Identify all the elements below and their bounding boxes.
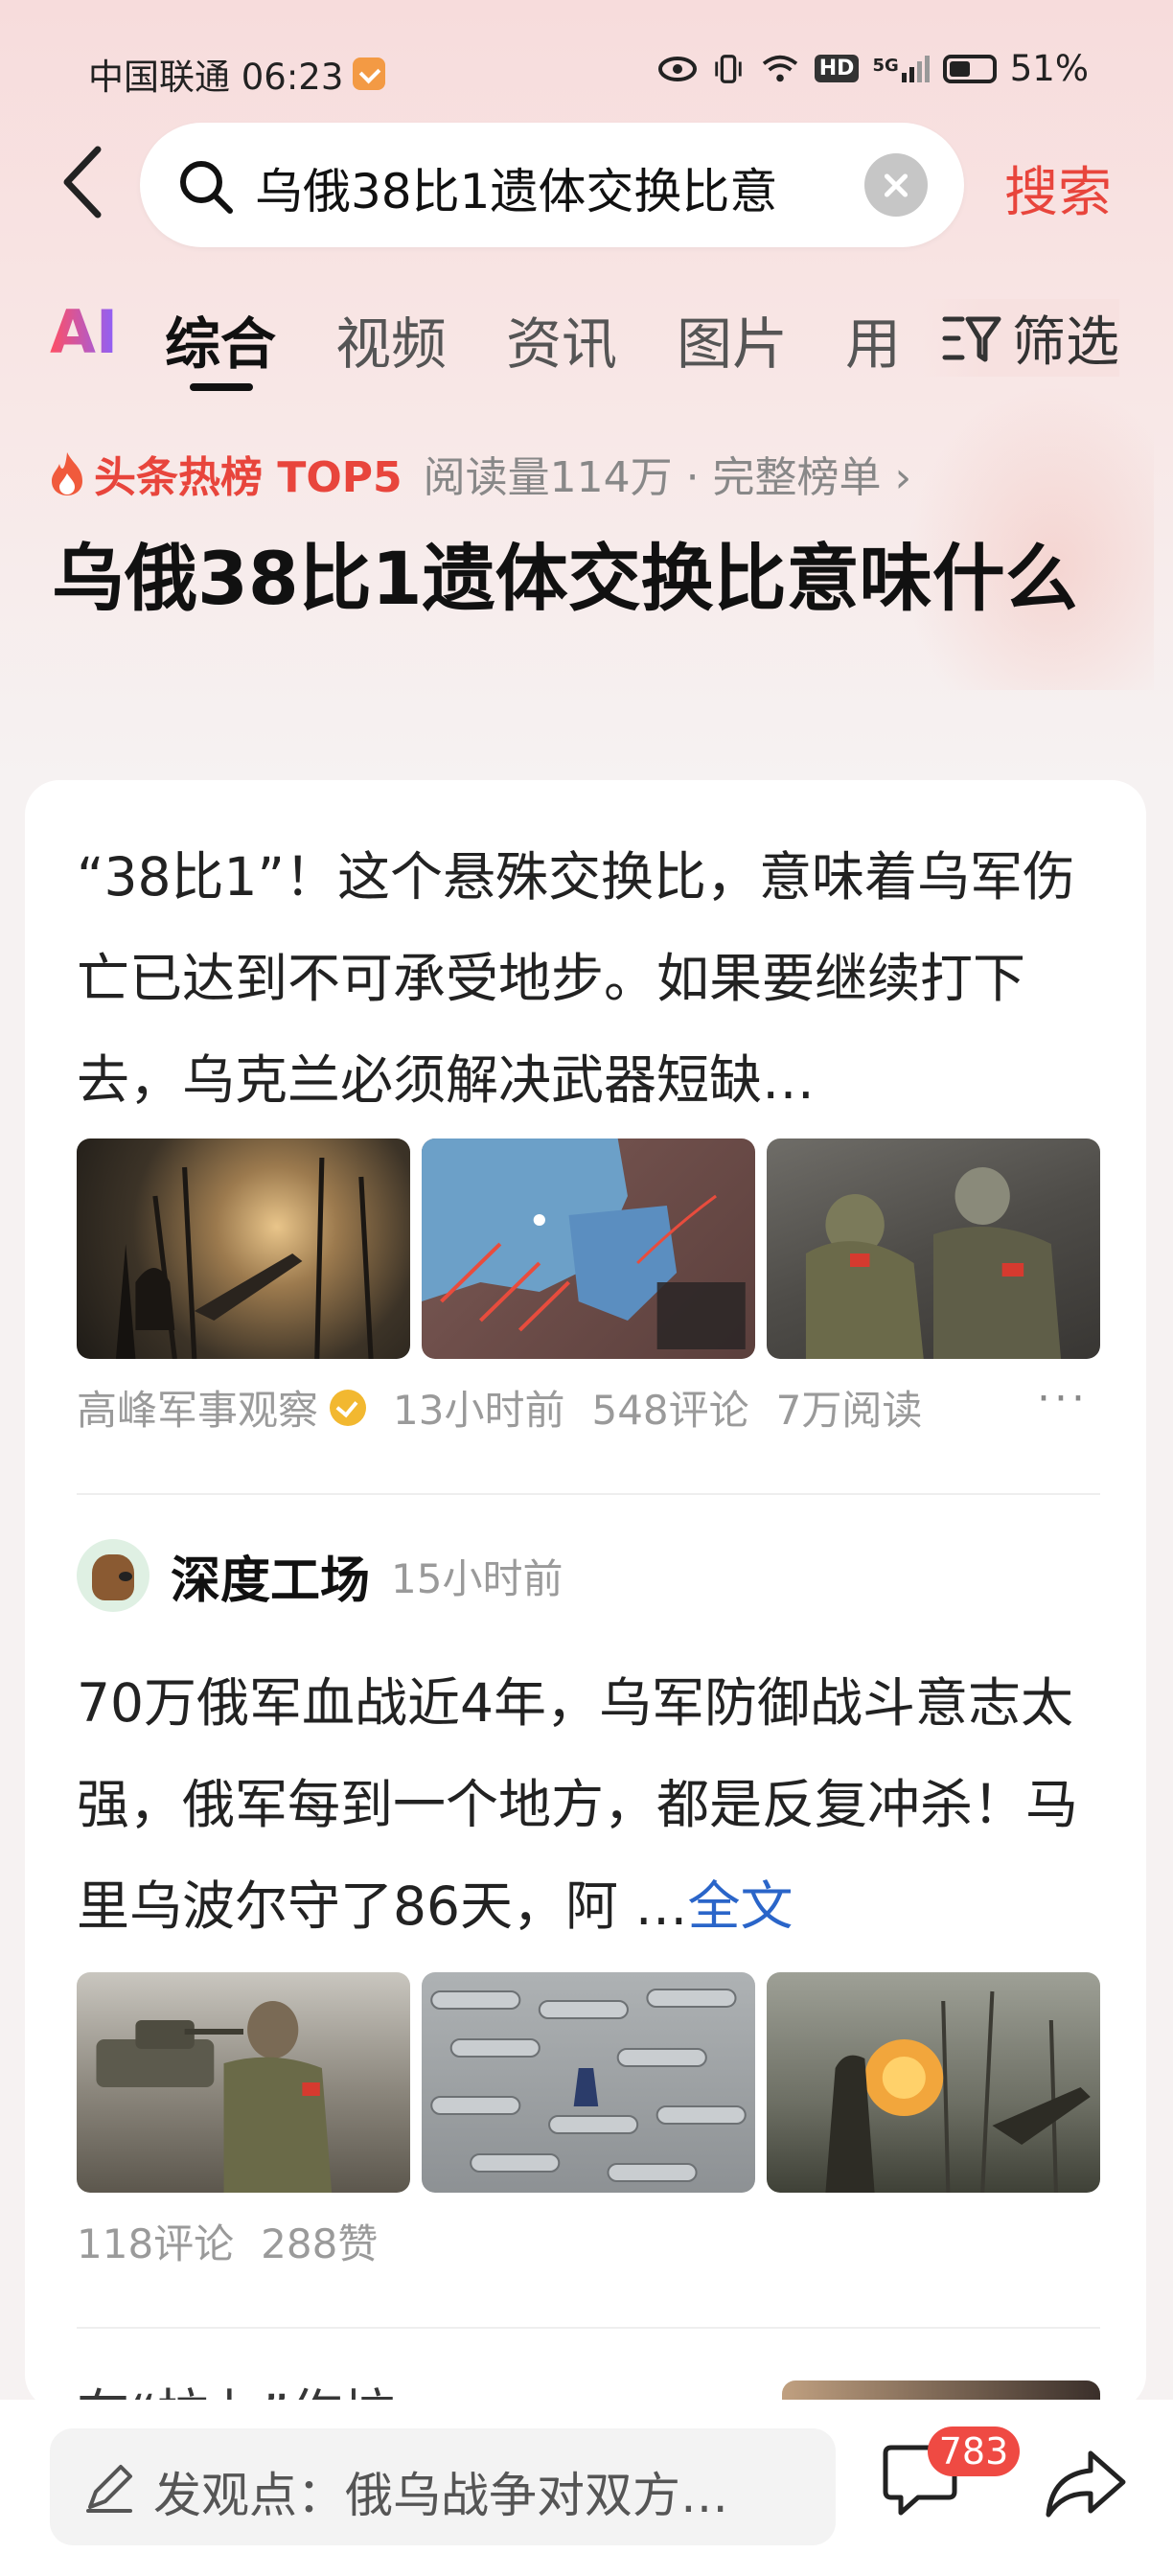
fire-icon [52, 452, 82, 495]
comment-placeholder[interactable]: 发观点：俄乌战争对双方… [153, 2457, 728, 2526]
article-1-images[interactable] [77, 1138, 1100, 1359]
article-1-source[interactable]: 高峰军事观察 [77, 1378, 318, 1437]
clear-icon[interactable] [864, 153, 928, 217]
article-2-comments: 118评论 [77, 2220, 235, 2267]
tab-images[interactable]: 图片 [677, 299, 788, 380]
vibrate-icon [715, 54, 742, 83]
avatar[interactable] [77, 1539, 150, 1612]
tab-users[interactable]: 用 [845, 299, 901, 380]
hot-list-entry[interactable]: 头条热榜 TOP5 阅读量114万 · 完整榜单 › [48, 443, 911, 504]
soldiers-photo[interactable] [767, 1138, 1100, 1359]
tab-comprehensive[interactable]: 综合 [165, 299, 276, 380]
eye-icon [657, 56, 697, 81]
results-card: “38比1”！这个悬殊交换比，意味着乌军伤亡已达到不可承受地步。如果要继续打下去… [25, 780, 1146, 2445]
filter-button[interactable]: 筛选 [922, 299, 1119, 377]
signal-icon: 5G [872, 55, 930, 82]
back-arrow-icon[interactable] [56, 144, 113, 220]
article-2-author[interactable]: 深度工场 15小时前 [77, 1539, 563, 1612]
wifi-icon [762, 55, 797, 81]
tank-soldier-photo[interactable] [77, 1972, 410, 2193]
pen-icon [86, 2465, 132, 2513]
tab-video[interactable]: 视频 [335, 299, 447, 380]
tab-ai[interactable]: AI [50, 297, 118, 367]
filter-label: 筛选 [1012, 311, 1119, 374]
divider [77, 1493, 1100, 1495]
dog-nose [119, 1572, 132, 1581]
share-icon[interactable] [1043, 2446, 1129, 2522]
article-2-body[interactable]: 70万俄军血战近4年，乌军防御战斗意志太强，俄军每到一个地方，都是反复冲杀！马里… [77, 1672, 1078, 1937]
comment-input[interactable]: 发观点：俄乌战争对双方… [50, 2428, 836, 2545]
article-1-reads: 7万阅读 [775, 1387, 923, 1434]
bottom-bar: 发观点：俄乌战争对双方… 783 [0, 2400, 1173, 2576]
divider [77, 2327, 1100, 2329]
search-icon [180, 161, 233, 214]
article-2-author-name[interactable]: 深度工场 [171, 1540, 370, 1612]
comment-count-badge: 783 [928, 2426, 1020, 2476]
hot-rank-label: 头条热榜 TOP5 [94, 453, 402, 502]
hd-badge: HD [814, 55, 860, 82]
hot-reads-label[interactable]: 阅读量114万 · 完整榜单 › [424, 443, 912, 504]
shell-casings-photo[interactable] [422, 1972, 755, 2193]
article-2-likes: 288赞 [261, 2220, 379, 2267]
more-options-icon[interactable]: ··· [1037, 1374, 1089, 1423]
article-2-time: 15小时前 [391, 1554, 564, 1602]
search-query[interactable]: 乌俄38比1遗体交换比意 [255, 153, 830, 222]
article-1-time: 13小时前 [393, 1387, 565, 1434]
shield-icon [353, 58, 386, 90]
carrier-time: 中国联通 06:23 [88, 57, 344, 98]
article-1-comments: 548评论 [591, 1387, 749, 1434]
article-2-meta: 118评论 288赞 [77, 2212, 378, 2270]
active-tab-indicator [190, 383, 253, 391]
artillery-photo[interactable] [77, 1138, 410, 1359]
article-1-text[interactable]: “38比1”！这个悬殊交换比，意味着乌军伤亡已达到不可承受地步。如果要继续打下去… [77, 826, 1102, 1131]
article-1-meta: 高峰军事观察 13小时前 548评论 7万阅读 [77, 1378, 922, 1437]
status-bar: 中国联通 06:23 HD 5G 51% [0, 40, 1173, 98]
page-title: 乌俄38比1遗体交换比意味什么 [52, 536, 1078, 621]
frontline-map[interactable] [422, 1138, 755, 1359]
article-2-images[interactable] [77, 1972, 1100, 2193]
full-text-link[interactable]: 全文 [687, 1875, 793, 1937]
artillery-fire-photo[interactable] [767, 1972, 1100, 2193]
battery-icon [942, 54, 997, 83]
filter-icon [942, 316, 1001, 361]
verified-icon [330, 1389, 367, 1426]
battery-percent: 51% [1009, 48, 1089, 89]
article-2-text[interactable]: 70万俄军血战近4年，乌军防御战斗意志太强，俄军每到一个地方，都是反复冲杀！马里… [77, 1652, 1121, 1957]
tab-news[interactable]: 资讯 [506, 299, 617, 380]
search-button[interactable]: 搜索 [1004, 150, 1112, 227]
search-input[interactable]: 乌俄38比1遗体交换比意 [140, 123, 964, 247]
battery-level [949, 60, 970, 77]
tab-bar: AI 综合 视频 资讯 图片 用 筛选 [0, 288, 1173, 393]
signal-label: 5G [872, 55, 899, 76]
